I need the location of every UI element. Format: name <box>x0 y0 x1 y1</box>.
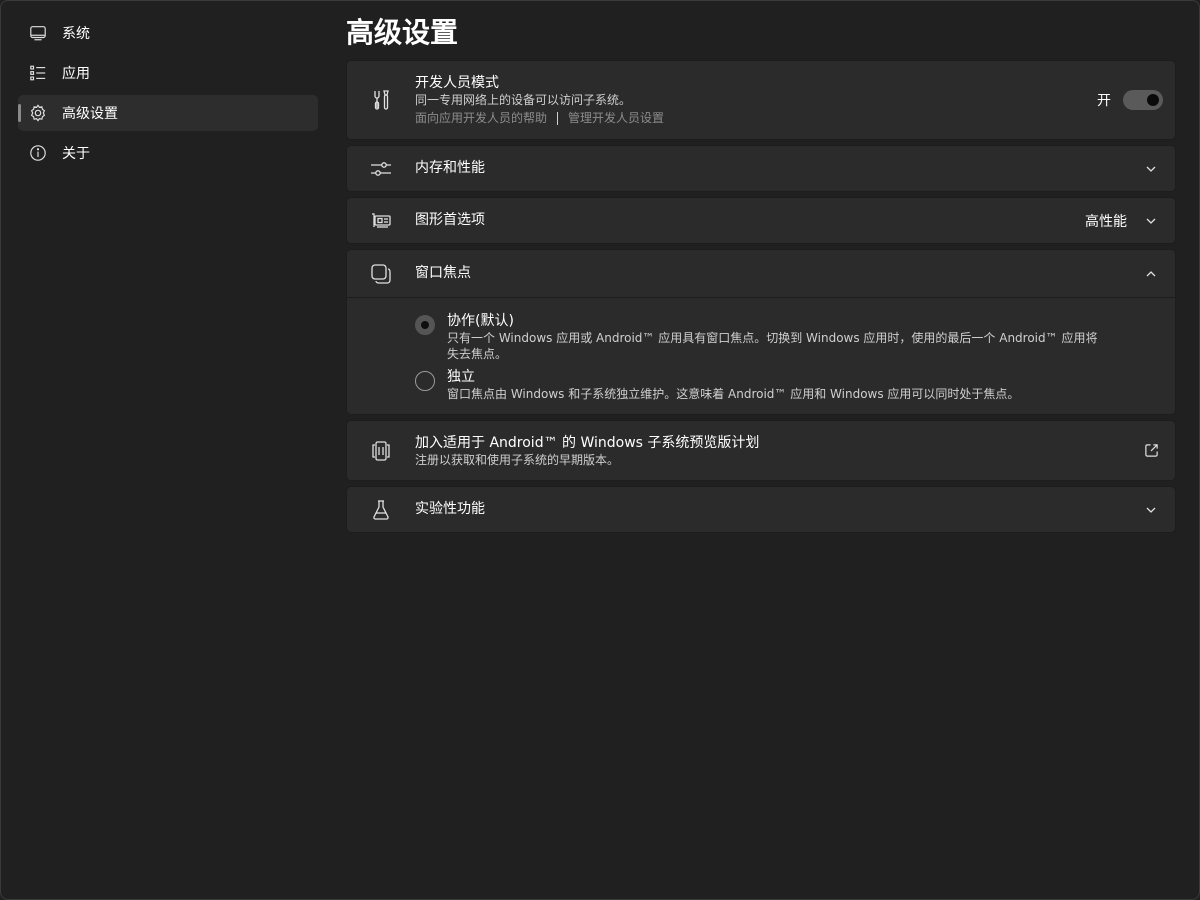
sidebar-item-apps[interactable]: 应用 <box>18 55 318 91</box>
graphics-preference-value: 高性能 <box>1085 214 1127 230</box>
radio-option-description: 窗口焦点由 Windows 和子系统独立维护。这意味着 Android™ 应用和… <box>447 387 1020 401</box>
settings-list: 开发人员模式 同一专用网络上的设备可以访问子系统。 面向应用开发人员的帮助 管理… <box>346 60 1176 538</box>
page-title: 高级设置 <box>346 16 459 49</box>
radio-button[interactable] <box>415 371 435 391</box>
external-link-icon[interactable] <box>1143 442 1159 458</box>
sidebar-item-label: 高级设置 <box>62 106 118 122</box>
sliders-icon <box>369 157 393 181</box>
list-icon <box>28 63 48 83</box>
chevron-up-icon[interactable] <box>1143 266 1159 282</box>
window-focus-icon <box>369 262 393 286</box>
radio-option-independent[interactable]: 独立 窗口焦点由 Windows 和子系统独立维护。这意味着 Android™ … <box>347 368 1175 402</box>
preview-program-icon <box>369 439 393 463</box>
experimental-features-card[interactable]: 实验性功能 <box>346 486 1176 533</box>
sidebar-item-advanced-settings[interactable]: 高级设置 <box>18 95 318 131</box>
chevron-down-icon[interactable] <box>1143 502 1159 518</box>
manage-developer-settings-link[interactable]: 管理开发人员设置 <box>568 109 664 127</box>
window-focus-title: 窗口焦点 <box>415 265 471 281</box>
info-icon <box>28 143 48 163</box>
memory-performance-card[interactable]: 内存和性能 <box>346 145 1176 192</box>
graphics-preference-title: 图形首选项 <box>415 212 485 228</box>
gpu-icon <box>369 209 393 233</box>
sidebar-item-label: 应用 <box>62 66 90 82</box>
sidebar-item-label: 关于 <box>62 146 90 162</box>
toggle-knob <box>1147 94 1159 106</box>
developer-mode-card: 开发人员模式 同一专用网络上的设备可以访问子系统。 面向应用开发人员的帮助 管理… <box>346 60 1176 140</box>
flask-icon <box>369 498 393 522</box>
preview-program-card[interactable]: 加入适用于 Android™ 的 Windows 子系统预览版计划 注册以获取和… <box>346 420 1176 481</box>
tools-icon <box>369 88 393 112</box>
sidebar-item-label: 系统 <box>62 26 90 42</box>
chevron-down-icon[interactable] <box>1143 161 1159 177</box>
radio-button[interactable] <box>415 315 435 335</box>
sidebar-item-about[interactable]: 关于 <box>18 135 318 171</box>
developer-mode-toggle[interactable] <box>1123 90 1163 110</box>
graphics-preference-card[interactable]: 图形首选项 高性能 <box>346 197 1176 244</box>
monitor-icon <box>28 23 48 43</box>
developer-help-link[interactable]: 面向应用开发人员的帮助 <box>415 109 547 127</box>
sidebar-nav: 系统 应用 高级设置 关于 <box>18 15 318 175</box>
preview-program-title: 加入适用于 Android™ 的 Windows 子系统预览版计划 <box>415 435 760 451</box>
window-focus-header[interactable]: 窗口焦点 <box>347 250 1175 297</box>
preview-program-description: 注册以获取和使用子系统的早期版本。 <box>415 453 620 467</box>
memory-performance-title: 内存和性能 <box>415 160 485 176</box>
chevron-down-icon[interactable] <box>1143 213 1159 229</box>
radio-option-title: 协作(默认) <box>447 313 514 329</box>
link-separator <box>557 111 559 125</box>
sidebar-item-system[interactable]: 系统 <box>18 15 318 51</box>
app-window: 系统 应用 高级设置 关于 高级设置 开发人员模式 同一专用网络上的设备可以访问… <box>0 0 1200 900</box>
window-focus-options: 协作(默认) 只有一个 Windows 应用或 Android™ 应用具有窗口焦… <box>347 297 1175 414</box>
toggle-state-label: 开 <box>1097 93 1111 109</box>
experimental-features-title: 实验性功能 <box>415 501 485 517</box>
radio-option-description: 只有一个 Windows 应用或 Android™ 应用具有窗口焦点。切换到 W… <box>447 331 1098 361</box>
radio-option-cooperative[interactable]: 协作(默认) 只有一个 Windows 应用或 Android™ 应用具有窗口焦… <box>347 312 1175 362</box>
radio-option-title: 独立 <box>447 369 475 385</box>
developer-mode-description: 同一专用网络上的设备可以访问子系统。 <box>415 93 632 107</box>
gear-icon <box>28 103 48 123</box>
window-focus-card: 窗口焦点 协作(默认) 只有一个 Windows 应用或 Android™ 应用… <box>346 249 1176 415</box>
developer-mode-title: 开发人员模式 <box>415 75 499 91</box>
